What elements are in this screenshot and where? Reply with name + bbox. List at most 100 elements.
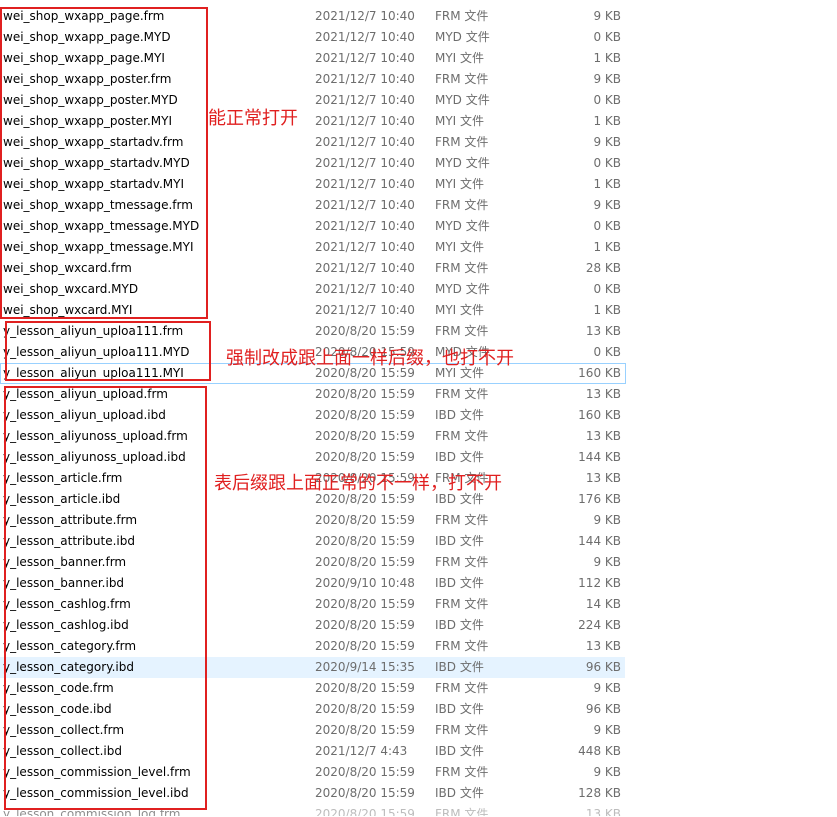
annotation-text-group3: 表后缀跟上面正常的不一样，打不开: [214, 473, 502, 494]
file-size: 9 KB: [593, 9, 621, 23]
file-name: y_lesson_article.frm: [3, 471, 123, 485]
file-row[interactable]: wei_shop_wxapp_startadv.frm 2021/12/7 10:…: [0, 132, 837, 153]
file-name: y_lesson_banner.ibd: [3, 576, 125, 590]
file-date-modified: 2021/12/7 10:40: [315, 135, 415, 149]
file-row[interactable]: wei_shop_wxapp_tmessage.MYI 2021/12/7 10:…: [0, 237, 837, 258]
file-name: y_lesson_commission_level.ibd: [3, 786, 189, 800]
file-date-modified: 2021/12/7 10:40: [315, 30, 415, 44]
file-size: 160 KB: [578, 366, 621, 380]
file-type: IBD 文件: [435, 702, 484, 716]
file-row[interactable]: wei_shop_wxcard.frm 2021/12/7 10:40 FRM 文件…: [0, 258, 837, 279]
file-row[interactable]: y_lesson_collect.ibd 2021/12/7 4:43 IBD 文件…: [0, 741, 837, 762]
file-row[interactable]: wei_shop_wxapp_poster.frm 2021/12/7 10:40…: [0, 69, 837, 90]
file-row[interactable]: y_lesson_attribute.frm 2020/8/20 15:59 FRM…: [0, 510, 837, 531]
file-row[interactable]: wei_shop_wxapp_page.MYI 2021/12/7 10:40 MY…: [0, 48, 837, 69]
file-type: IBD 文件: [435, 660, 484, 674]
file-type: IBD 文件: [435, 408, 484, 422]
file-name: y_lesson_article.ibd: [3, 492, 121, 506]
file-type: FRM 文件: [435, 513, 489, 527]
file-date-modified: 2021/12/7 10:40: [315, 177, 415, 191]
file-type: FRM 文件: [435, 723, 489, 737]
file-name: wei_shop_wxapp_page.MYI: [3, 51, 165, 65]
file-row[interactable]: y_lesson_aliyunoss_upload.frm 2020/8/20 1…: [0, 426, 837, 447]
file-type: MYD 文件: [435, 30, 490, 44]
file-date-modified: 2020/8/20 15:59: [315, 555, 415, 569]
file-row[interactable]: y_lesson_aliyun_upload.frm 2020/8/20 15:5…: [0, 384, 837, 405]
file-date-modified: 2020/8/20 15:59: [315, 597, 415, 611]
file-size: 9 KB: [593, 72, 621, 86]
file-row[interactable]: wei_shop_wxapp_tmessage.frm 2021/12/7 10:…: [0, 195, 837, 216]
file-row[interactable]: wei_shop_wxapp_tmessage.MYD 2021/12/7 10:…: [0, 216, 837, 237]
file-row[interactable]: y_lesson_category.frm 2020/8/20 15:59 FRM …: [0, 636, 837, 657]
file-size: 448 KB: [578, 744, 621, 758]
file-name: wei_shop_wxcard.frm: [3, 261, 132, 275]
file-row[interactable]: wei_shop_wxapp_page.MYD 2021/12/7 10:40 MY…: [0, 27, 837, 48]
file-date-modified: 2020/9/10 10:48: [315, 576, 415, 590]
file-row[interactable]: y_lesson_code.ibd 2020/8/20 15:59 IBD 文件 96…: [0, 699, 837, 720]
annotation-text-group2: 强制改成跟上面一样后缀，也打不开: [226, 348, 514, 369]
file-size: 128 KB: [578, 786, 621, 800]
file-row[interactable]: y_lesson_attribute.ibd 2020/8/20 15:59 IBD…: [0, 531, 837, 552]
file-row[interactable]: y_lesson_category.ibd 2020/9/14 15:35 IBD …: [0, 657, 837, 678]
file-name: wei_shop_wxapp_poster.frm: [3, 72, 172, 86]
file-name: y_lesson_aliyun_uploa111.MYI: [3, 366, 184, 380]
file-row[interactable]: y_lesson_cashlog.ibd 2020/8/20 15:59 IBD 文…: [0, 615, 837, 636]
file-row[interactable]: y_lesson_commission_level.frm 2020/8/20 1…: [0, 762, 837, 783]
file-type: FRM 文件: [435, 387, 489, 401]
file-size: 9 KB: [593, 723, 621, 737]
file-row[interactable]: wei_shop_wxapp_startadv.MYD 2021/12/7 10:…: [0, 153, 837, 174]
file-type: IBD 文件: [435, 450, 484, 464]
file-size: 176 KB: [578, 492, 621, 506]
file-type: FRM 文件: [435, 261, 489, 275]
file-date-modified: 2021/12/7 10:40: [315, 72, 415, 86]
file-type: MYI 文件: [435, 51, 485, 65]
file-type: FRM 文件: [435, 555, 489, 569]
file-row[interactable]: y_lesson_aliyun_uploa111.frm 2020/8/20 15…: [0, 321, 837, 342]
file-row[interactable]: y_lesson_aliyun_upload.ibd 2020/8/20 15:5…: [0, 405, 837, 426]
file-size: 144 KB: [578, 450, 621, 464]
file-date-modified: 2020/9/14 15:35: [315, 660, 415, 674]
file-name: y_lesson_code.frm: [3, 681, 114, 695]
file-name: wei_shop_wxapp_tmessage.MYD: [3, 219, 200, 233]
file-date-modified: 2020/8/20 15:59: [315, 450, 415, 464]
file-date-modified: 2020/8/20 15:59: [315, 387, 415, 401]
file-name: y_lesson_aliyun_upload.ibd: [3, 408, 166, 422]
file-date-modified: 2021/12/7 10:40: [315, 93, 415, 107]
file-row[interactable]: wei_shop_wxcard.MYI 2021/12/7 10:40 MYI 文件…: [0, 300, 837, 321]
file-row[interactable]: wei_shop_wxapp_poster.MYD 2021/12/7 10:40…: [0, 90, 837, 111]
file-row[interactable]: wei_shop_wxapp_page.frm 2021/12/7 10:40 FR…: [0, 6, 837, 27]
file-row[interactable]: y_lesson_banner.frm 2020/8/20 15:59 FRM 文件…: [0, 552, 837, 573]
file-date-modified: 2020/8/20 15:59: [315, 807, 415, 816]
file-size: 9 KB: [593, 135, 621, 149]
file-size: 160 KB: [578, 408, 621, 422]
file-size: 0 KB: [593, 282, 621, 296]
file-row[interactable]: y_lesson_commission_level.ibd 2020/8/20 1…: [0, 783, 837, 804]
file-row[interactable]: y_lesson_banner.ibd 2020/9/10 10:48 IBD 文件…: [0, 573, 837, 594]
file-row[interactable]: y_lesson_code.frm 2020/8/20 15:59 FRM 文件 9 …: [0, 678, 837, 699]
file-row[interactable]: y_lesson_aliyunoss_upload.ibd 2020/8/20 1…: [0, 447, 837, 468]
file-size: 1 KB: [593, 177, 621, 191]
file-date-modified: 2020/8/20 15:59: [315, 534, 415, 548]
file-size: 224 KB: [578, 618, 621, 632]
file-row[interactable]: wei_shop_wxcard.MYD 2021/12/7 10:40 MYD 文件…: [0, 279, 837, 300]
file-date-modified: 2021/12/7 10:40: [315, 51, 415, 65]
file-size: 0 KB: [593, 219, 621, 233]
file-size: 9 KB: [593, 555, 621, 569]
file-size: 1 KB: [593, 51, 621, 65]
file-row[interactable]: y_lesson_cashlog.frm 2020/8/20 15:59 FRM 文…: [0, 594, 837, 615]
file-size: 144 KB: [578, 534, 621, 548]
file-name: y_lesson_category.ibd: [3, 660, 134, 674]
file-type: FRM 文件: [435, 807, 489, 816]
file-date-modified: 2021/12/7 10:40: [315, 156, 415, 170]
file-size: 13 KB: [585, 429, 621, 443]
file-size: 96 KB: [585, 660, 621, 674]
file-date-modified: 2020/8/20 15:59: [315, 639, 415, 653]
file-row[interactable]: y_lesson_collect.frm 2020/8/20 15:59 FRM 文…: [0, 720, 837, 741]
file-type: IBD 文件: [435, 576, 484, 590]
file-row[interactable]: y_lesson_commission_log.frm 2020/8/20 15:…: [0, 804, 837, 816]
file-row[interactable]: wei_shop_wxapp_poster.MYI 2021/12/7 10:40…: [0, 111, 837, 132]
file-date-modified: 2020/8/20 15:59: [315, 765, 415, 779]
file-row[interactable]: wei_shop_wxapp_startadv.MYI 2021/12/7 10:…: [0, 174, 837, 195]
file-name: y_lesson_commission_log.frm: [3, 807, 181, 816]
file-name: wei_shop_wxapp_startadv.frm: [3, 135, 184, 149]
